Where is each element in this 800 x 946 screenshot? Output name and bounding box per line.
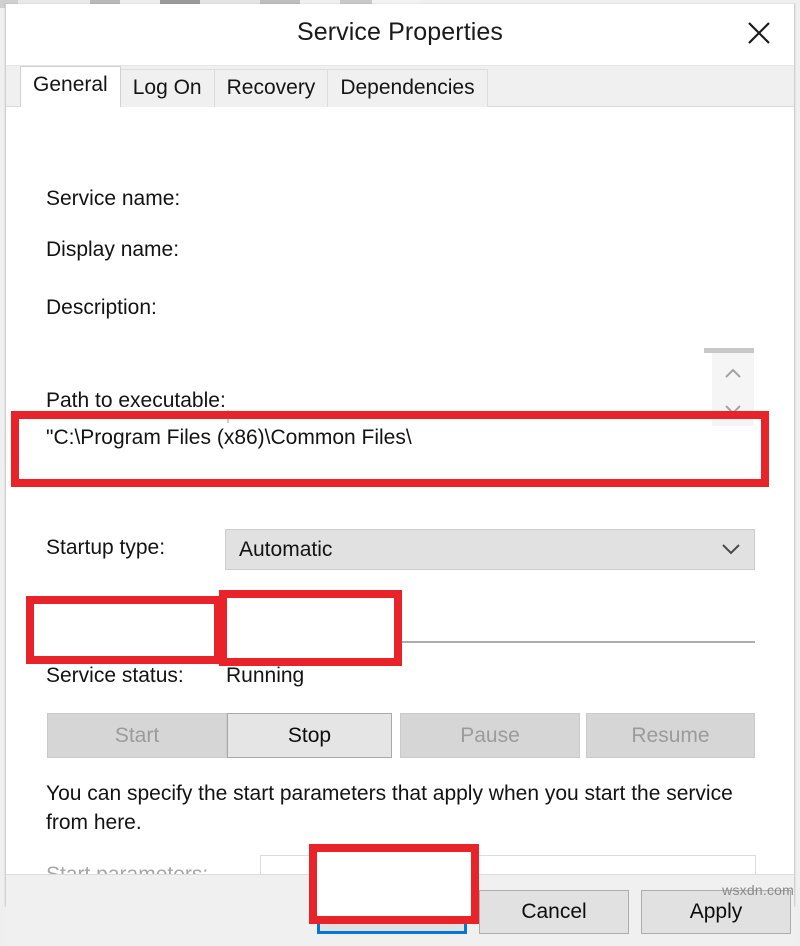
service-name-label: Service name: xyxy=(46,187,180,211)
tab-dependencies[interactable]: Dependencies xyxy=(327,69,487,107)
tab-recovery[interactable]: Recovery xyxy=(214,69,329,107)
description-label: Description: xyxy=(46,296,157,320)
scroll-up-icon[interactable] xyxy=(712,356,754,390)
service-status-label: Service status: xyxy=(46,664,184,688)
tab-strip-filler xyxy=(487,69,794,107)
startup-type-label: Startup type: xyxy=(46,536,165,560)
resume-button-label: Resume xyxy=(631,724,709,748)
close-button[interactable] xyxy=(732,10,786,56)
service-properties-dialog: Service Properties General Log On Recove… xyxy=(5,4,795,906)
start-button-label: Start xyxy=(115,724,159,748)
cancel-button-label: Cancel xyxy=(521,900,586,924)
stop-button[interactable]: Stop xyxy=(227,713,392,758)
display-name-label: Display name: xyxy=(46,238,179,262)
description-text-caret xyxy=(227,410,229,423)
tab-general[interactable]: General xyxy=(20,66,121,107)
resume-button[interactable]: Resume xyxy=(586,713,755,758)
startup-type-dropdown[interactable]: Automatic xyxy=(225,529,755,570)
section-divider xyxy=(43,641,755,643)
path-to-executable-value: "C:\Program Files (x86)\Common Files\ xyxy=(46,426,412,450)
start-button[interactable]: Start xyxy=(47,713,227,758)
start-parameters-hint: You can specify the start parameters tha… xyxy=(46,779,762,837)
dialog-title: Service Properties xyxy=(6,18,794,47)
path-to-executable-label: Path to executable: xyxy=(46,389,226,413)
pause-button-label: Pause xyxy=(460,724,520,748)
description-scrollbar[interactable] xyxy=(712,350,754,426)
cancel-button[interactable]: Cancel xyxy=(479,890,629,934)
ok-button[interactable]: OK xyxy=(317,890,467,934)
tab-strip: General Log On Recovery Dependencies xyxy=(6,66,794,107)
tab-label: Log On xyxy=(133,76,202,100)
scroll-down-icon[interactable] xyxy=(712,392,754,426)
service-status-value: Running xyxy=(226,664,304,688)
stop-button-label: Stop xyxy=(288,724,331,748)
tab-label: Dependencies xyxy=(340,76,474,100)
tab-label: General xyxy=(33,73,108,97)
dialog-titlebar: Service Properties xyxy=(6,4,794,66)
watermark: wsxdn.com xyxy=(722,882,794,898)
chevron-down-icon xyxy=(720,542,742,561)
general-tab-panel: Service name: Display name: Description:… xyxy=(6,107,794,874)
close-icon xyxy=(746,20,772,46)
startup-type-value: Automatic xyxy=(239,538,332,562)
apply-button-label: Apply xyxy=(690,900,743,924)
ok-button-label: OK xyxy=(377,900,407,924)
tab-label: Recovery xyxy=(227,76,316,100)
pause-button[interactable]: Pause xyxy=(400,713,580,758)
tab-log-on[interactable]: Log On xyxy=(120,69,215,107)
scrollbar-track-top xyxy=(704,348,754,353)
dialog-footer: OK Cancel Apply xyxy=(6,874,794,946)
